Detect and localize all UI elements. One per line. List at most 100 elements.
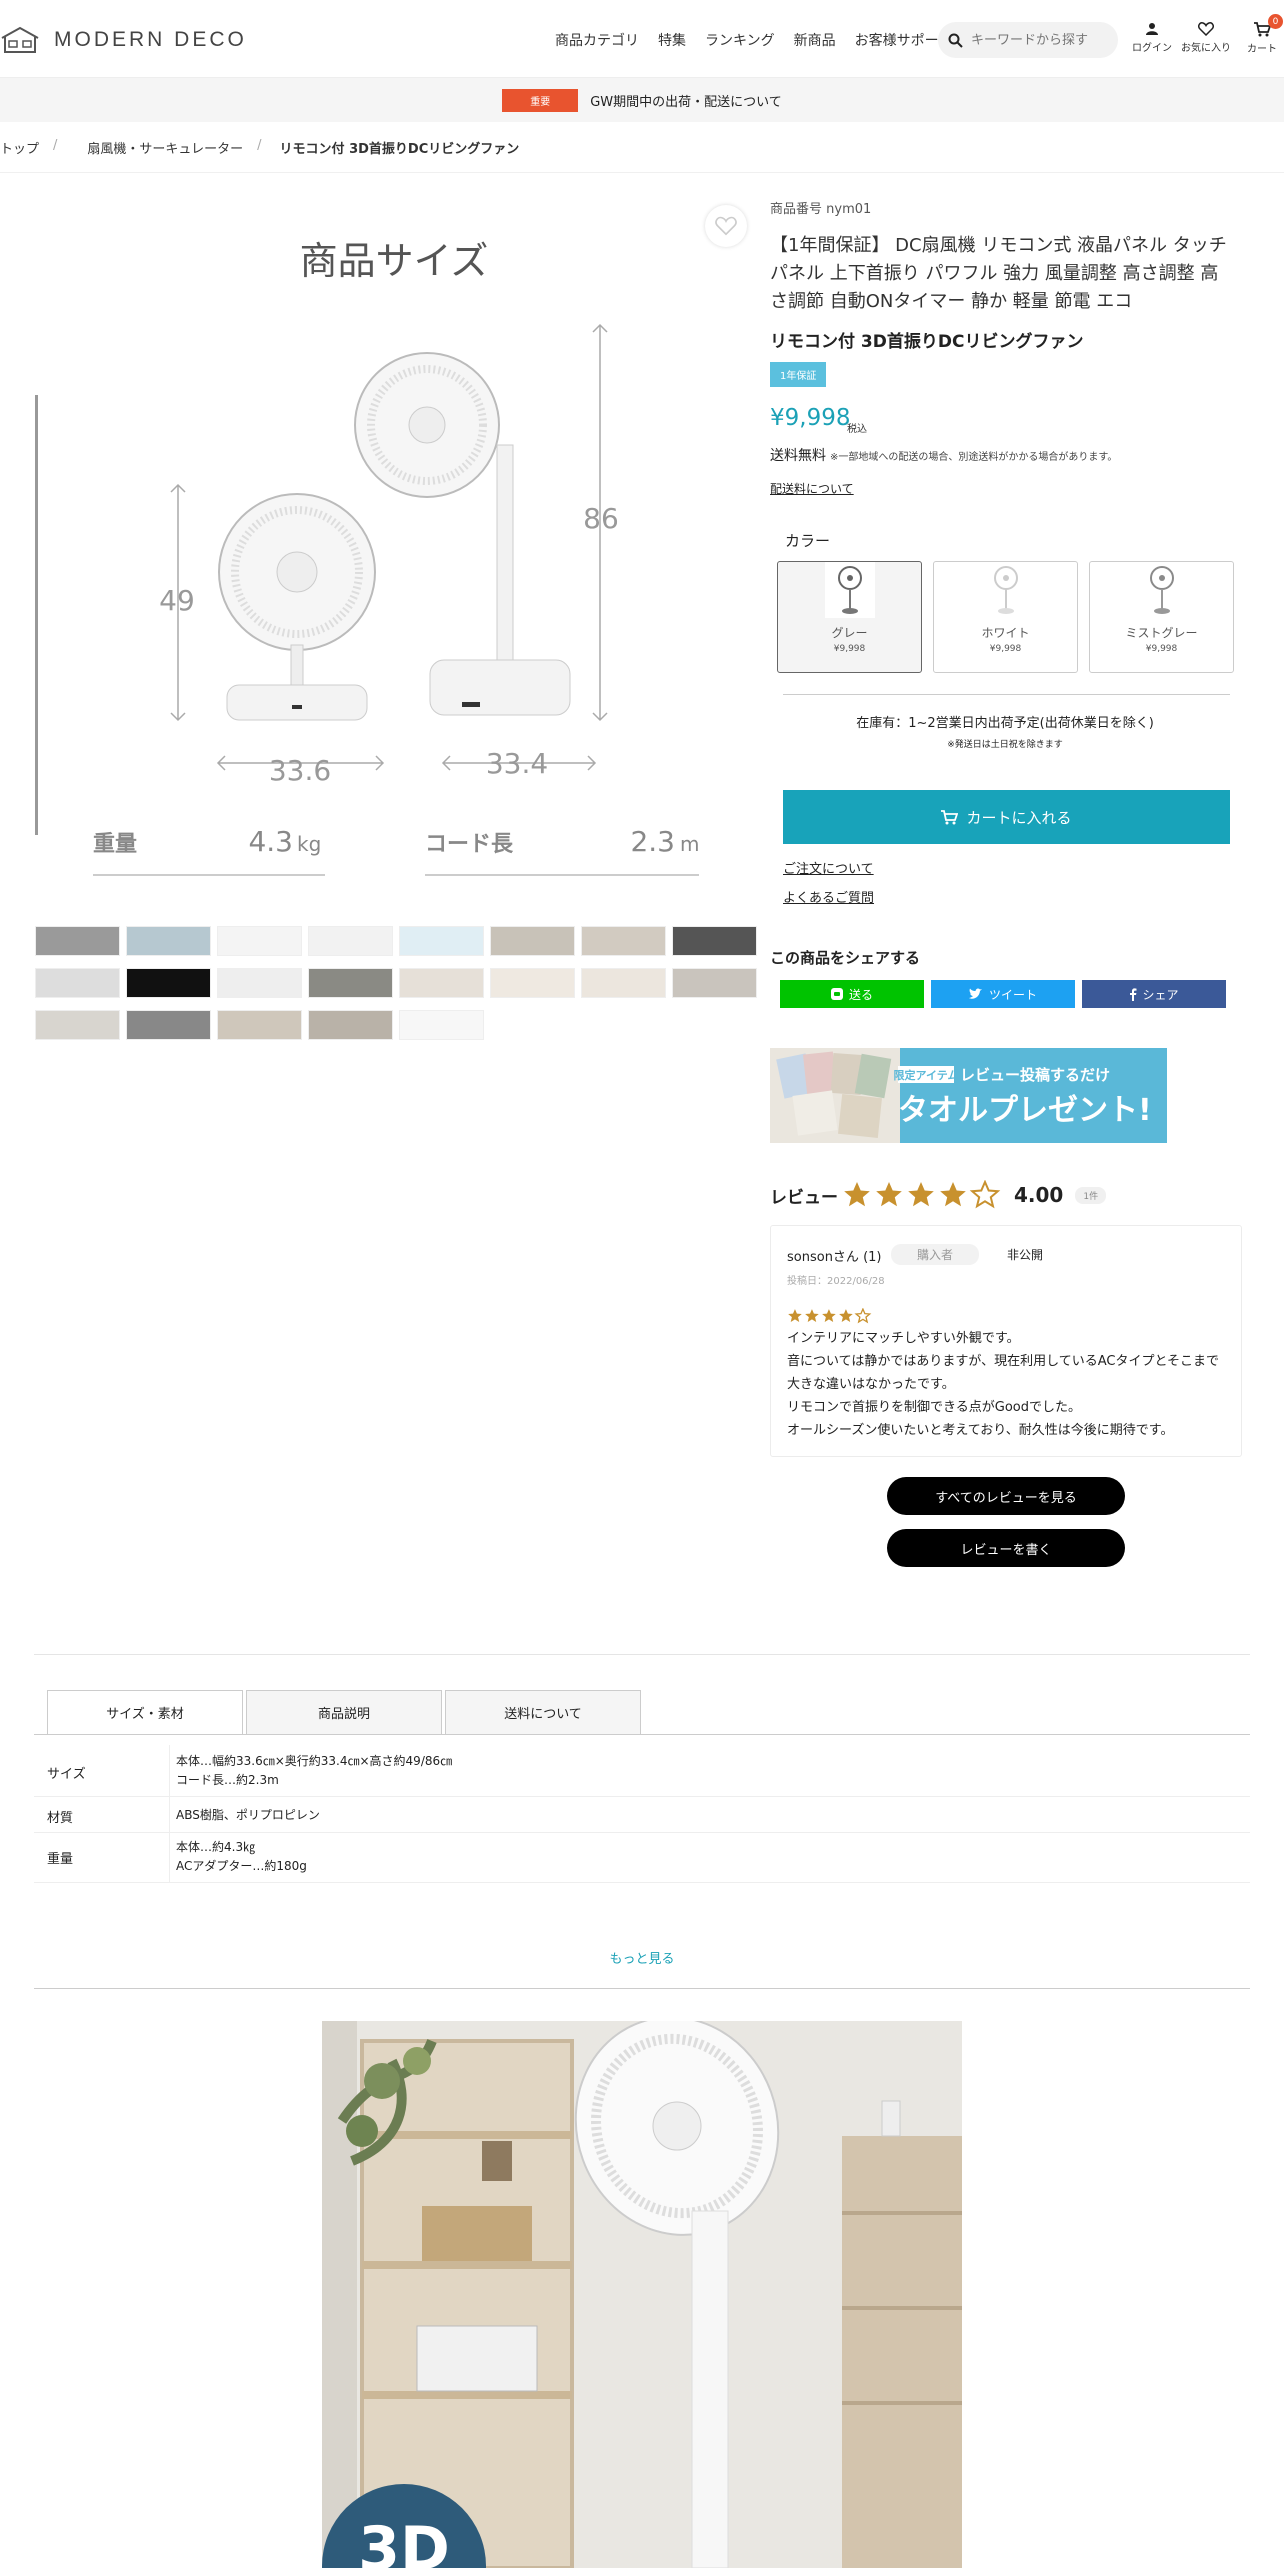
product-main-image[interactable]: 商品サイズ 49 33.6 86 33.4 重量 4.3 kg コード長 2.3… — [35, 195, 755, 920]
all-reviews-button[interactable]: すべてのレビューを見る — [887, 1477, 1125, 1515]
thumbnail[interactable] — [308, 1010, 393, 1040]
banner-tag: 限定アイテム — [894, 1068, 959, 1082]
weight-value: 4.3 — [248, 825, 293, 858]
faq-link[interactable]: よくあるご質問 — [783, 887, 874, 906]
search-input[interactable] — [971, 32, 1111, 48]
review-card: sonsonさん (1) 購入者 非公開 投稿日：2022/06/28 インテリ… — [770, 1225, 1242, 1457]
image-heading: 商品サイズ — [300, 239, 489, 283]
thumbnail[interactable] — [399, 1010, 484, 1040]
facebook-share-button[interactable]: シェア — [1082, 980, 1226, 1008]
nav-new[interactable]: 新商品 — [794, 30, 836, 50]
thumbnail[interactable] — [672, 968, 757, 998]
cord-label: コード長 — [425, 832, 514, 857]
heart-icon — [1198, 22, 1214, 36]
star-filled-icon — [822, 1309, 836, 1322]
cart-count-badge: 0 — [1268, 14, 1283, 29]
search-icon[interactable] — [948, 33, 963, 48]
thumbnail[interactable] — [308, 968, 393, 998]
shipping-link[interactable]: 配送料について — [770, 480, 854, 497]
thumbnail[interactable] — [399, 968, 484, 998]
spec-line: 本体…幅約33.6㎝×奥行約33.4㎝×高さ約49/86㎝ — [176, 1754, 453, 1768]
line-share-button[interactable]: 送る — [780, 980, 924, 1008]
review-line: 音については静かではありますが、現在利用しているACタイプとそこまで — [787, 1354, 1220, 1369]
breadcrumb-sep: / — [53, 138, 58, 153]
product-number: 商品番号 nym01 — [770, 202, 872, 217]
spec-line: ABS樹脂、ポリプロピレン — [176, 1808, 320, 1822]
write-review-button[interactable]: レビューを書く — [887, 1529, 1125, 1567]
spec-value: 本体…幅約33.6㎝×奥行約33.4㎝×高さ約49/86㎝ コード長…約2.3m — [176, 1752, 452, 1790]
shipping-note: ※一部地域への配送の場合、別途送料がかかる場合があります。 — [830, 452, 1118, 463]
shipping-info: 送料無料 ※一部地域への配送の場合、別途送料がかかる場合があります。 — [770, 445, 1117, 465]
thumbnail[interactable] — [399, 926, 484, 956]
thumbnail[interactable] — [35, 1010, 120, 1040]
notice-bar[interactable]: 重要 GW期間中の出荷・配送について — [0, 78, 1284, 122]
logo[interactable]: MODERN DECO — [0, 24, 247, 56]
facebook-share-label: シェア — [1142, 987, 1179, 1002]
photo-3d-badge: 3D — [358, 2514, 450, 2568]
add-to-cart-button[interactable]: カートに入れる — [783, 790, 1230, 844]
thumbnail[interactable] — [126, 968, 211, 998]
thumbnail[interactable] — [308, 926, 393, 956]
thumbnail[interactable] — [581, 968, 666, 998]
cart-link[interactable]: 0 カート — [1247, 14, 1283, 55]
review-count: 1件 — [1075, 1186, 1107, 1204]
review-line: リモコンで首振りを制御できる点がGoodでした。 — [787, 1400, 1081, 1415]
review-campaign-banner[interactable]: 限定アイテム レビュー投稿するだけ タオルプレゼント! — [770, 1048, 1167, 1143]
star-empty-icon — [969, 1180, 1001, 1209]
thumbnail[interactable] — [217, 926, 302, 956]
nav-feature[interactable]: 特集 — [658, 30, 686, 50]
site-header: MODERN DECO 商品カテゴリ 特集 ランキング 新商品 お客様サポート … — [0, 0, 1284, 78]
nav-ranking[interactable]: ランキング — [705, 30, 775, 50]
login-label: ログイン — [1132, 43, 1172, 54]
large-width: 33.4 — [486, 747, 548, 780]
nav-category[interactable]: 商品カテゴリ — [555, 30, 639, 50]
thumbnail[interactable] — [126, 1010, 211, 1040]
thumbnail[interactable] — [126, 926, 211, 956]
favorite-button[interactable] — [705, 205, 747, 247]
review-title: レビュー — [770, 1187, 838, 1208]
spec-line: コード長…約2.3m — [176, 1773, 279, 1787]
breadcrumb-category[interactable]: 扇風機・サーキュレーター — [87, 138, 243, 157]
fan-thumbnail-icon — [824, 562, 875, 618]
thumbnail[interactable] — [581, 926, 666, 956]
tab-size-material[interactable]: サイズ・素材 — [47, 1690, 243, 1735]
fan-thumbnail-icon — [980, 562, 1031, 618]
notice-text[interactable]: GW期間中の出荷・配送について — [590, 91, 782, 110]
order-info-link[interactable]: ご注文について — [783, 858, 874, 877]
tab-shipping[interactable]: 送料について — [445, 1690, 641, 1735]
color-price: ¥9,998 — [1145, 644, 1178, 654]
color-option-gray[interactable]: グレー ¥9,998 — [777, 561, 922, 673]
banner-line2: タオルプレゼント! — [898, 1093, 1152, 1128]
add-to-cart-label: カートに入れる — [966, 808, 1072, 827]
cart-icon — [941, 809, 959, 824]
star-filled-icon — [876, 1182, 902, 1207]
thumbnail[interactable] — [217, 968, 302, 998]
breadcrumb-top[interactable]: トップ — [0, 138, 39, 157]
color-option-white[interactable]: ホワイト ¥9,998 — [933, 561, 1078, 673]
color-option-mist-gray[interactable]: ミストグレー ¥9,998 — [1089, 561, 1234, 673]
thumbnail[interactable] — [672, 926, 757, 956]
reviewer-name[interactable]: sonsonさん (1) — [787, 1246, 881, 1265]
color-price: ¥9,998 — [989, 644, 1022, 654]
review-summary: レビュー 4.00 1件 — [770, 1180, 1107, 1210]
buyer-badge: 購入者 — [891, 1244, 980, 1265]
price: ¥9,998 — [770, 405, 851, 431]
divider — [783, 694, 1230, 695]
tab-description[interactable]: 商品説明 — [246, 1690, 442, 1735]
line-icon — [830, 988, 843, 1000]
show-more-link[interactable]: もっと見る — [0, 1948, 1284, 1967]
fan-in-room-image: 3D — [322, 2021, 962, 2568]
thumbnail[interactable] — [35, 926, 120, 956]
breadcrumb-current: リモコン付 3D首振りDCリビングファン — [279, 142, 520, 157]
twitter-share-button[interactable]: ツイート — [931, 980, 1075, 1008]
user-icon — [1146, 23, 1158, 35]
thumbnail[interactable] — [490, 926, 575, 956]
house-logo-icon — [1, 26, 39, 53]
thumbnail[interactable] — [217, 1010, 302, 1040]
favorites-link[interactable]: お気に入り — [1181, 22, 1231, 54]
spec-line: ACアダプター…約180g — [176, 1859, 307, 1873]
login-link[interactable]: ログイン — [1132, 22, 1172, 54]
detail-tabs: サイズ・素材 商品説明 送料について — [47, 1690, 644, 1735]
thumbnail[interactable] — [35, 968, 120, 998]
thumbnail[interactable] — [490, 968, 575, 998]
